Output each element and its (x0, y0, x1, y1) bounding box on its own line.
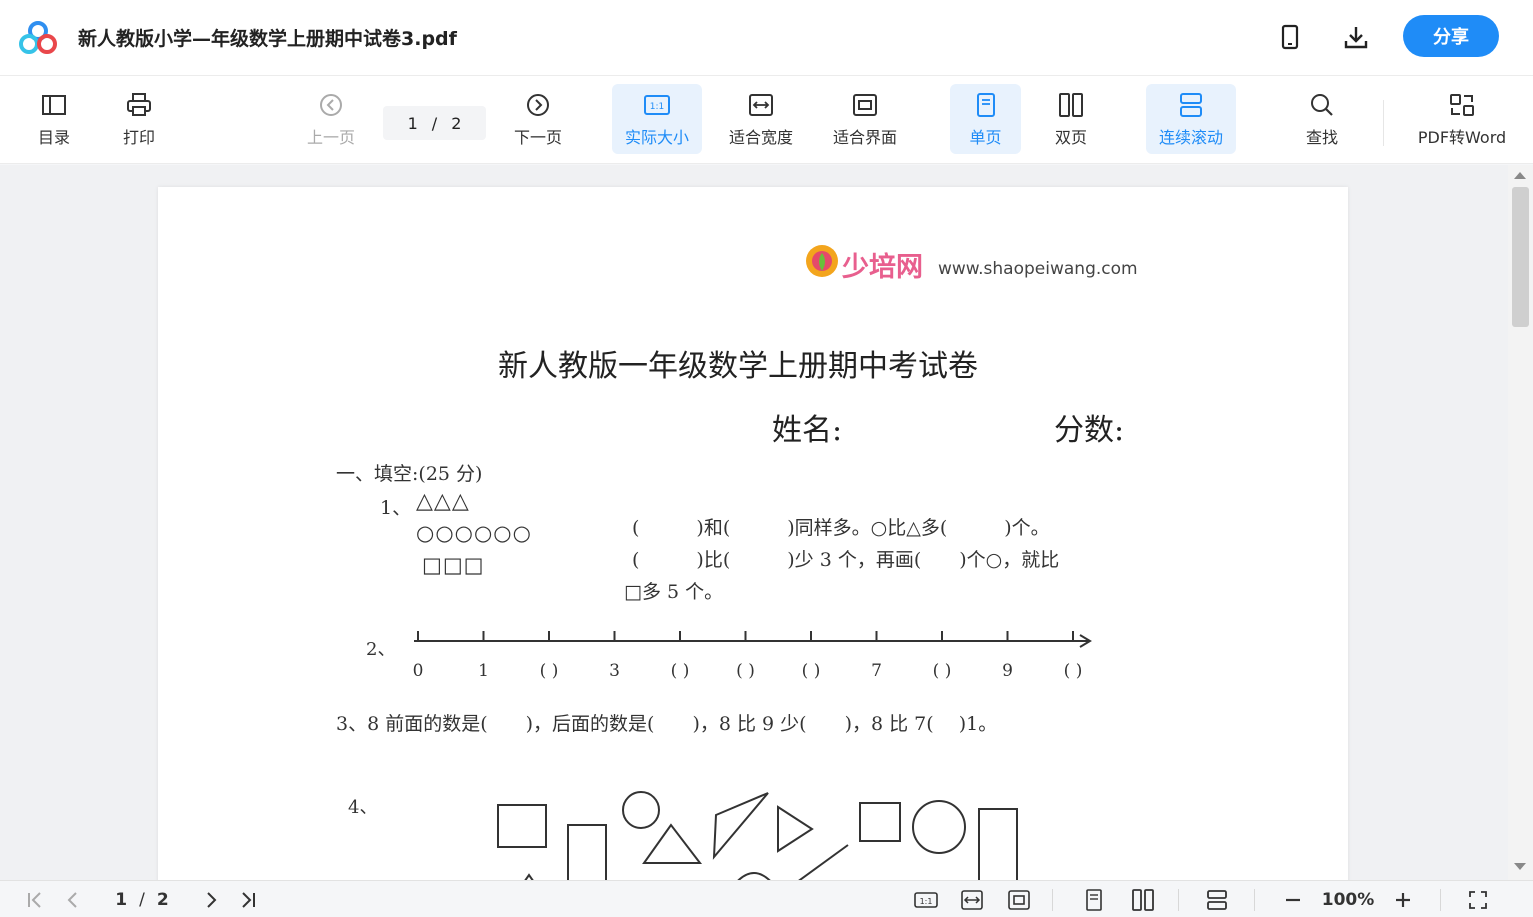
actual-size-icon: 1:1 (644, 95, 670, 115)
double-page-small-icon[interactable] (1128, 887, 1158, 913)
single-page-small-icon[interactable] (1080, 887, 1108, 913)
next-page-icon[interactable] (198, 887, 224, 913)
bottom-divider (1440, 889, 1441, 911)
search-icon (1311, 94, 1333, 116)
bottom-page-indicator[interactable]: 1 / 2 (102, 887, 182, 913)
continuous-scroll-small-icon[interactable] (1202, 887, 1232, 913)
score-label: 分数: (1054, 413, 1125, 448)
question-1-line-2: ( )比( )少 3 个，再画( )个○，就比 (632, 549, 1060, 571)
question-4-label: 4、 (348, 797, 378, 818)
bottom-divider (1178, 889, 1179, 911)
toolbar-divider (1383, 100, 1384, 146)
sidebar-icon (42, 95, 66, 115)
triangle-shapes: △△△ (416, 489, 470, 514)
mobile-icon[interactable] (1275, 22, 1305, 52)
pdf-page: 少培网 www.shaopeiwang.com 新人教版一年级数学上册期中考试卷… (158, 187, 1348, 880)
page-number-input[interactable]: 1 / 2 (383, 106, 486, 140)
pdf-viewer-app: 新人教版小学—年级数学上册期中试卷3.pdf 分享 目录 打印 上一页 1 / … (0, 0, 1533, 917)
watermark-site: www.shaopeiwang.com (938, 259, 1138, 279)
document-viewport[interactable]: 少培网 www.shaopeiwang.com 新人教版一年级数学上册期中考试卷… (0, 165, 1508, 880)
chevron-right-circle-icon (527, 94, 549, 116)
pdf-to-word-button[interactable]: PDF转Word (1412, 84, 1512, 154)
number-line-tick-label: 1 (478, 661, 489, 681)
question-2-label: 2、 (366, 639, 396, 660)
zoom-out-icon[interactable] (1280, 887, 1306, 913)
prev-page-button[interactable]: 上一页 (298, 84, 364, 154)
scroll-down-arrow-icon[interactable] (1514, 863, 1526, 870)
find-button[interactable]: 查找 (1294, 84, 1350, 154)
section-heading: 一、填空:(25 分) (336, 463, 483, 485)
printer-icon (127, 93, 151, 116)
number-line-tick-label: ( ) (539, 661, 559, 681)
question-1-line-1: ( )和( )同样多。○比△多( )个。 (632, 517, 1050, 539)
name-label: 姓名: (772, 413, 843, 448)
number-line-tick-label: 0 (412, 661, 424, 681)
prev-page-icon[interactable] (60, 887, 86, 913)
number-line-tick-label: 9 (1002, 661, 1013, 681)
title-bar: 新人教版小学—年级数学上册期中试卷3.pdf 分享 (0, 0, 1533, 76)
toolbar: 目录 打印 上一页 1 / 2 下一页 1:1 实际大小 适合宽度 适合界面 单… (0, 76, 1533, 164)
zoom-in-icon[interactable] (1390, 887, 1416, 913)
chevron-left-circle-icon (320, 94, 342, 116)
download-icon[interactable] (1341, 22, 1371, 52)
continuous-scroll-icon (1180, 93, 1202, 117)
number-line-tick-label: ( ) (801, 661, 821, 681)
svg-text:1:1: 1:1 (650, 102, 664, 112)
number-line-tick-label: 7 (871, 661, 882, 681)
single-page-button[interactable]: 单页 (950, 84, 1021, 154)
actual-size-button[interactable]: 1:1 实际大小 (612, 84, 702, 154)
number-line-tick-label: ( ) (670, 661, 690, 681)
question-1-label: 1、 (380, 497, 412, 519)
vertical-scrollbar[interactable] (1508, 165, 1533, 880)
bottom-divider (1254, 889, 1255, 911)
number-line-tick-label: ( ) (1063, 661, 1083, 681)
exam-title: 新人教版一年级数学上册期中考试卷 (498, 349, 978, 384)
svg-text:1:1: 1:1 (920, 897, 933, 906)
fit-width-small-icon[interactable] (958, 887, 986, 913)
fit-width-icon (749, 94, 773, 116)
next-page-button[interactable]: 下一页 (505, 84, 571, 154)
continuous-scroll-button[interactable]: 连续滚动 (1146, 84, 1236, 154)
double-page-button[interactable]: 双页 (1040, 84, 1102, 154)
double-page-icon (1059, 93, 1083, 117)
scroll-thumb[interactable] (1512, 187, 1529, 327)
circle-shapes: ○○○○○○ (416, 521, 532, 545)
bottom-bar: 1 / 2 1:1 100% (0, 880, 1533, 917)
number-line-tick-label: 3 (609, 661, 620, 681)
fit-page-button[interactable]: 适合界面 (824, 84, 906, 154)
share-button[interactable]: 分享 (1403, 15, 1499, 57)
last-page-icon[interactable] (234, 887, 262, 913)
scroll-up-arrow-icon[interactable] (1514, 172, 1526, 179)
fit-page-small-icon[interactable] (1005, 887, 1033, 913)
zoom-level: 100% (1321, 890, 1375, 910)
document-title: 新人教版小学—年级数学上册期中试卷3.pdf (78, 28, 457, 50)
toc-button[interactable]: 目录 (28, 84, 80, 154)
bottom-divider (1052, 889, 1053, 911)
question-1-line-3: □多 5 个。 (624, 581, 724, 603)
geometric-shapes-figure (497, 791, 1018, 880)
single-page-icon (976, 93, 995, 117)
first-page-icon[interactable] (22, 887, 48, 913)
fit-width-button[interactable]: 适合宽度 (720, 84, 802, 154)
print-button[interactable]: 打印 (113, 84, 165, 154)
actual-size-small-icon[interactable]: 1:1 (912, 887, 940, 913)
fit-page-icon (853, 94, 877, 116)
number-line-tick-label: ( ) (932, 661, 952, 681)
shaopei-logo-icon (806, 245, 838, 277)
watermark-brand: 少培网 (842, 252, 923, 283)
number-line (414, 631, 1092, 648)
fullscreen-icon[interactable] (1464, 887, 1492, 913)
cloud-logo-icon (19, 21, 57, 54)
question-3: 3、8 前面的数是( )，后面的数是( )，8 比 9 少( )，8 比 7( … (336, 713, 998, 735)
square-shapes: □□□ (422, 553, 485, 577)
number-line-tick-label: ( ) (736, 661, 755, 681)
convert-icon (1450, 94, 1474, 116)
